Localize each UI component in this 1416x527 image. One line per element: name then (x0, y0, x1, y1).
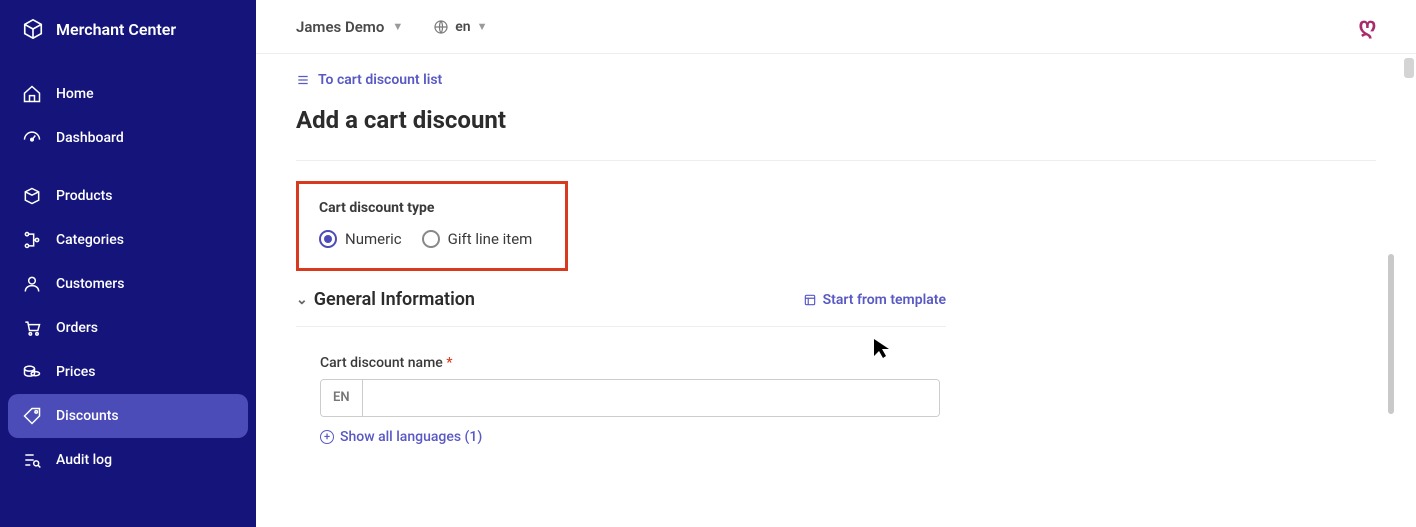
sidebar-item-label: Discounts (56, 408, 119, 424)
general-form: Cart discount name * EN + Show all langu… (296, 355, 1376, 445)
search-list-icon (22, 450, 42, 470)
radio-numeric[interactable]: Numeric (319, 230, 402, 248)
box-icon (22, 186, 42, 206)
radio-icon (422, 230, 440, 248)
radio-label: Numeric (345, 230, 402, 248)
cube-icon (22, 18, 44, 40)
divider (296, 326, 946, 327)
template-icon (803, 293, 817, 307)
chevron-down-icon: ▼ (392, 20, 403, 33)
coins-icon (22, 362, 42, 382)
content: To cart discount list Add a cart discoun… (256, 54, 1416, 527)
language-code: en (455, 19, 470, 35)
sidebar-item-label: Audit log (56, 452, 112, 468)
name-input-wrap: EN (320, 379, 940, 417)
commercetools-logo: ღ (1359, 14, 1376, 39)
sidebar-item-dashboard[interactable]: Dashboard (0, 116, 256, 160)
sidebar-item-label: Dashboard (56, 130, 124, 146)
show-languages-label: Show all languages (1) (340, 429, 482, 445)
discount-name-input[interactable] (363, 380, 939, 416)
sidebar-item-label: Products (56, 188, 113, 204)
sidebar-item-label: Prices (56, 364, 95, 380)
discount-type-highlight: Cart discount type Numeric Gift line ite… (296, 181, 568, 271)
sidebar-item-label: Customers (56, 276, 124, 292)
required-mark: * (443, 355, 453, 371)
scrollbar[interactable] (1388, 254, 1394, 414)
tag-icon (22, 406, 42, 426)
sidebar-item-label: Orders (56, 320, 98, 336)
globe-icon (433, 19, 449, 35)
back-link-label: To cart discount list (318, 72, 442, 88)
section-title: General Information (314, 289, 475, 310)
language-switcher[interactable]: en ▼ (433, 19, 487, 35)
list-icon (296, 73, 310, 87)
section-toggle-general[interactable]: ⌄ General Information (296, 289, 475, 310)
start-from-template-link[interactable]: Start from template (803, 292, 946, 308)
radio-icon (319, 230, 337, 248)
gauge-icon (22, 128, 42, 148)
radio-label: Gift line item (448, 230, 533, 248)
discount-type-options: Numeric Gift line item (319, 230, 545, 248)
scrollbar-thumb[interactable] (1404, 58, 1414, 78)
cart-icon (22, 318, 42, 338)
discount-type-label: Cart discount type (319, 200, 545, 216)
field-label-name: Cart discount name * (320, 355, 1376, 371)
divider (296, 160, 1376, 161)
sidebar-brand: Merchant Center (0, 0, 256, 58)
language-chip[interactable]: EN (321, 380, 363, 416)
topbar: James Demo ▼ en ▼ ღ (256, 0, 1416, 54)
sidebar-item-auditlog[interactable]: Audit log (0, 438, 256, 482)
brand-title: Merchant Center (56, 20, 176, 39)
home-icon (22, 84, 42, 104)
back-link[interactable]: To cart discount list (296, 72, 442, 88)
project-switcher[interactable]: James Demo ▼ (296, 18, 403, 36)
sidebar-item-orders[interactable]: Orders (0, 306, 256, 350)
chevron-down-icon: ⌄ (296, 292, 308, 308)
sidebar-item-home[interactable]: Home (0, 72, 256, 116)
chevron-down-icon: ▼ (477, 20, 488, 33)
page-title: Add a cart discount (296, 106, 1376, 134)
sidebar-item-discounts[interactable]: Discounts (8, 394, 248, 438)
hierarchy-icon (22, 230, 42, 250)
show-all-languages-link[interactable]: + Show all languages (1) (320, 429, 482, 445)
user-icon (22, 274, 42, 294)
main: James Demo ▼ en ▼ ღ To cart discount lis… (256, 0, 1416, 527)
sidebar-item-categories[interactable]: Categories (0, 218, 256, 262)
sidebar-item-customers[interactable]: Customers (0, 262, 256, 306)
radio-gift-line-item[interactable]: Gift line item (422, 230, 533, 248)
sidebar-item-prices[interactable]: Prices (0, 350, 256, 394)
template-link-label: Start from template (823, 292, 946, 308)
sidebar-item-label: Home (56, 86, 94, 102)
project-name: James Demo (296, 18, 384, 36)
window-scrollbar[interactable] (1404, 0, 1414, 527)
sidebar-item-label: Categories (56, 232, 124, 248)
plus-circle-icon: + (320, 430, 334, 444)
sidebar: Merchant Center Home Dashboard Products … (0, 0, 256, 527)
sidebar-item-products[interactable]: Products (0, 174, 256, 218)
